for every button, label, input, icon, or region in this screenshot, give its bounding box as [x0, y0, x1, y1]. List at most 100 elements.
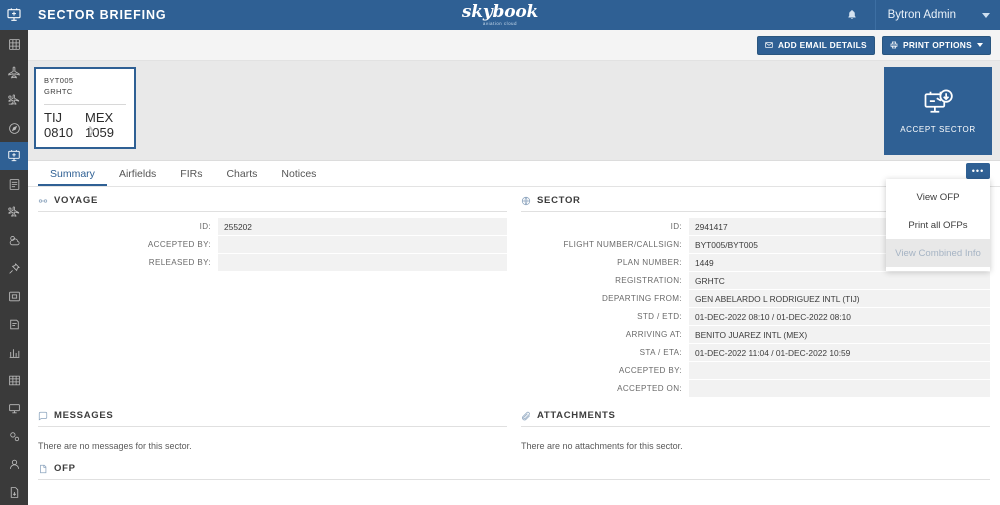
voyage-field-id-label: ID: — [199, 222, 211, 231]
sidebar-item-archive[interactable] — [0, 282, 28, 310]
accept-sector-label: ACCEPT SECTOR — [900, 125, 976, 134]
attachments-panel: ATTACHMENTS There are no attachments for… — [521, 410, 990, 451]
sidebar-item-settings[interactable] — [0, 422, 28, 450]
sector-field-registration: REGISTRATION: GRHTC — [521, 272, 990, 289]
sidebar-item-dashboard[interactable] — [0, 30, 28, 58]
voyage-field-released-by-label: RELEASED BY: — [148, 258, 211, 267]
app-root: SECTOR BRIEFING skybook aviation cloud B… — [0, 0, 1000, 505]
attachments-empty-text: There are no attachments for this sector… — [521, 441, 683, 451]
flight-card-origin-code: TIJ — [44, 109, 63, 125]
app-logo-icon — [0, 0, 28, 30]
add-email-details-button[interactable]: ADD EMAIL DETAILS — [756, 35, 875, 55]
sector-field-departing-from-value: GEN ABELARDO L RODRIGUEZ INTL (TIJ) — [689, 290, 990, 307]
sidebar-item-documents[interactable] — [0, 170, 28, 198]
action-toolbar: ADD EMAIL DETAILS PRINT OPTIONS — [28, 30, 1000, 61]
flight-card-divider — [44, 103, 126, 105]
messages-empty-text: There are no messages for this sector. — [38, 441, 192, 451]
sector-title: SECTOR — [537, 195, 581, 206]
sidebar-item-pin[interactable] — [0, 254, 28, 282]
voyage-field-released-by: RELEASED BY: — [38, 254, 507, 271]
ofp-section: OFP — [28, 451, 1000, 480]
accept-sector-button[interactable]: ACCEPT SECTOR — [884, 67, 992, 155]
flight-strip-band: BYT005 GRHTC TIJ 0810 ❯ MEX 1059 ACCEPT … — [28, 61, 1000, 161]
sector-field-registration-value: GRHTC — [689, 272, 990, 289]
sidebar-item-fleet[interactable] — [0, 198, 28, 226]
envelope-icon — [765, 42, 773, 48]
voyage-panel: VOYAGE ID: 255202 ACCEPTED BY: RELEASED … — [38, 195, 507, 398]
brand-subtitle: aviation cloud — [482, 20, 517, 26]
print-options-label: PRINT OPTIONS — [902, 40, 972, 50]
sidebar-item-devices[interactable] — [0, 394, 28, 422]
sector-field-arriving-at: ARRIVING AT: BENITO JUAREZ INTL (MEX) — [521, 326, 990, 343]
tab-airfields[interactable]: Airfields — [107, 168, 168, 186]
summary-panels: VOYAGE ID: 255202 ACCEPTED BY: RELEASED … — [28, 187, 1000, 398]
flight-card-registration: GRHTC — [44, 86, 73, 96]
sidebar-item-reports[interactable] — [0, 338, 28, 366]
tab-notices[interactable]: Notices — [269, 168, 328, 186]
ofp-title: OFP — [54, 463, 76, 474]
user-menu[interactable]: Bytron Admin — [874, 0, 1000, 30]
sector-field-sta-eta-value: 01-DEC-2022 11:04 / 01-DEC-2022 10:59 — [689, 344, 990, 361]
chevron-down-icon — [977, 43, 983, 47]
voyage-field-accepted-by-value — [218, 236, 507, 253]
ofp-divider — [38, 479, 990, 480]
sidebar-item-briefing[interactable] — [0, 142, 28, 170]
tab-bar: Summary Airfields FIRs Charts Notices ••… — [28, 161, 1000, 271]
sidebar-item-routes[interactable] — [0, 86, 28, 114]
flight-card-flight-number: BYT005 — [44, 76, 74, 85]
menu-item-print-all-ofps[interactable]: Print all OFPs — [886, 211, 990, 239]
notification-bell-icon[interactable] — [829, 0, 875, 30]
voyage-field-released-by-value — [218, 254, 507, 271]
voyage-title: VOYAGE — [54, 195, 98, 206]
messages-divider — [38, 426, 507, 427]
sector-field-id-label: ID: — [670, 222, 682, 231]
attachments-divider — [521, 426, 990, 427]
sidebar-item-tables[interactable] — [0, 366, 28, 394]
sector-field-accepted-by-label: ACCEPTED BY: — [618, 366, 682, 375]
menu-item-view-ofp[interactable]: View OFP — [886, 183, 990, 211]
sector-field-flight-number-label: FLIGHT NUMBER/CALLSIGN: — [563, 240, 682, 249]
tab-charts[interactable]: Charts — [214, 168, 269, 186]
voyage-field-accepted-by-label: ACCEPTED BY: — [147, 240, 211, 249]
tab-summary[interactable]: Summary — [38, 168, 107, 186]
user-name-label: Bytron Admin — [887, 9, 956, 21]
sector-field-accepted-on-label: ACCEPTED ON: — [617, 384, 682, 393]
sidebar-item-weather[interactable] — [0, 226, 28, 254]
tab-firs[interactable]: FIRs — [168, 168, 214, 186]
more-options-button[interactable]: ••• — [966, 163, 990, 179]
sector-field-accepted-on-value — [689, 380, 990, 397]
sector-field-arriving-at-label: ARRIVING AT: — [625, 330, 682, 339]
sector-field-arriving-at-value: BENITO JUAREZ INTL (MEX) — [689, 326, 990, 343]
voyage-divider — [38, 211, 507, 212]
sidebar-item-forms[interactable] — [0, 310, 28, 338]
sidebar-item-navigation[interactable] — [0, 114, 28, 142]
message-icon — [38, 411, 48, 421]
sector-field-std-etd-label: STD / ETD: — [637, 312, 682, 321]
chevron-down-icon — [982, 12, 990, 18]
printer-icon — [890, 41, 898, 49]
main-content: ADD EMAIL DETAILS PRINT OPTIONS BYT005 G… — [28, 30, 1000, 505]
sector-field-std-etd: STD / ETD: 01-DEC-2022 08:10 / 01-DEC-20… — [521, 308, 990, 325]
menu-item-view-combined-info: View Combined Info — [886, 239, 990, 267]
flight-card[interactable]: BYT005 GRHTC TIJ 0810 ❯ MEX 1059 — [34, 67, 136, 149]
paperclip-icon — [521, 411, 531, 421]
sidebar-item-users[interactable] — [0, 450, 28, 478]
sector-field-plan-number-label: PLAN NUMBER: — [617, 258, 682, 267]
voyage-field-accepted-by: ACCEPTED BY: — [38, 236, 507, 253]
flight-card-origin-time: 0810 — [44, 124, 73, 140]
sector-field-accepted-by-value — [689, 362, 990, 379]
sector-field-std-etd-value: 01-DEC-2022 08:10 / 01-DEC-2022 08:10 — [689, 308, 990, 325]
sidebar-item-flights[interactable] — [0, 58, 28, 86]
sector-field-departing-from-label: DEPARTING FROM: — [601, 294, 682, 303]
sector-field-accepted-on: ACCEPTED ON: — [521, 380, 990, 397]
top-header-bar: SECTOR BRIEFING skybook aviation cloud B… — [0, 0, 1000, 30]
sector-field-departing-from: DEPARTING FROM: GEN ABELARDO L RODRIGUEZ… — [521, 290, 990, 307]
messages-panel: MESSAGES There are no messages for this … — [38, 410, 507, 451]
chevron-right-icon: ❯ — [87, 125, 96, 137]
sidebar-item-files[interactable] — [0, 478, 28, 505]
print-options-button[interactable]: PRINT OPTIONS — [881, 35, 991, 55]
lower-sections: MESSAGES There are no messages for this … — [28, 398, 1000, 451]
brand-name: skybook — [461, 1, 539, 22]
more-options-menu: View OFP Print all OFPs View Combined In… — [886, 179, 990, 271]
flight-card-route: TIJ 0810 ❯ MEX 1059 — [44, 109, 126, 141]
